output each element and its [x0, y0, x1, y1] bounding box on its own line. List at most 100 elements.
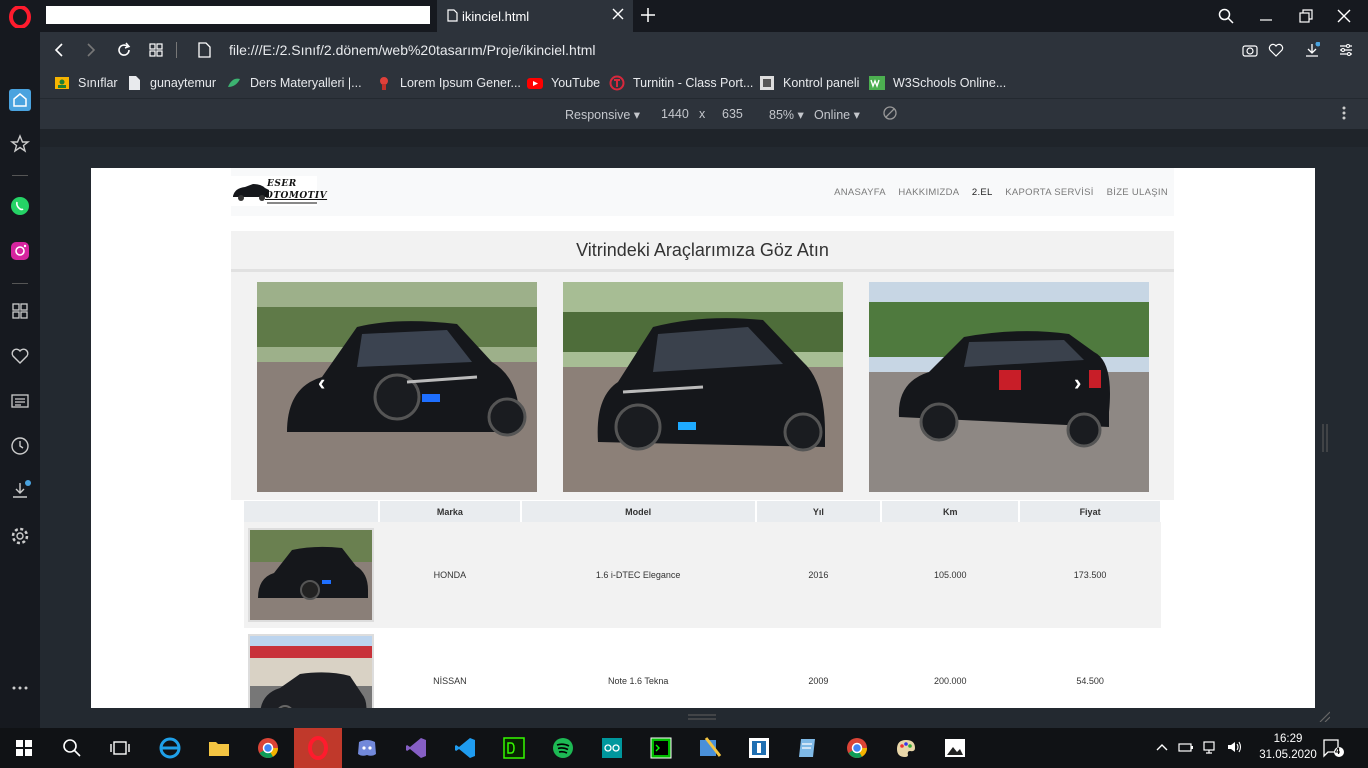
forward-icon[interactable] [84, 42, 98, 58]
carousel-image-2[interactable] [563, 282, 843, 492]
star-icon[interactable] [9, 133, 31, 155]
viewport-width-input[interactable]: 1440 [661, 107, 689, 121]
arduino-icon[interactable] [600, 736, 624, 760]
rotate-icon[interactable] [883, 106, 897, 120]
tab-blank[interactable] [46, 6, 430, 24]
carousel-image-1[interactable] [257, 282, 537, 492]
page-viewport: ESER OTOMOTIV ANASAYFA HAKKIMIZDA 2.EL K… [91, 168, 1315, 708]
column-header-yil: Yıl [755, 501, 883, 522]
column-header-km: Km [881, 501, 1021, 522]
carousel-prev-button[interactable]: ‹ [318, 370, 325, 396]
tab-title: ikinciel.html [462, 9, 530, 24]
control-panel-icon [759, 75, 775, 91]
carousel-next-button[interactable]: › [1074, 370, 1081, 396]
cell-km: 105.000 [881, 522, 1020, 628]
device-toolbar: Responsive ▾ 1440 x 635 85% ▾ Online ▾ [40, 99, 1368, 129]
task-view-icon[interactable] [108, 736, 132, 760]
zoom-select[interactable]: 85% ▾ [769, 107, 804, 122]
vscode-icon[interactable] [453, 736, 477, 760]
dreamweaver-icon[interactable] [502, 736, 526, 760]
viewport-height-input[interactable]: 635 [722, 107, 743, 121]
nav-link-iletisim[interactable]: BİZE ULAŞIN [1107, 187, 1168, 198]
site-navbar: ESER OTOMOTIV ANASAYFA HAKKIMIZDA 2.EL K… [231, 168, 1174, 216]
leaf-icon [226, 75, 242, 91]
close-window-icon[interactable] [1336, 8, 1352, 24]
search-icon[interactable] [60, 736, 84, 760]
device-mode-select[interactable]: Responsive ▾ [565, 107, 640, 122]
notes-app-icon[interactable] [796, 736, 820, 760]
instagram-icon[interactable] [9, 240, 31, 262]
minimize-icon[interactable] [1258, 8, 1274, 24]
viewport-resize-handle-bottom[interactable] [688, 714, 716, 720]
cell-model: Note 1.6 Tekna [520, 628, 756, 708]
showcase-title: Vitrindeki Araçlarımıza Göz Atın [231, 231, 1174, 272]
nav-link-hakkimizda[interactable]: HAKKIMIZDA [898, 187, 959, 198]
file-explorer-icon[interactable] [207, 736, 231, 760]
car-thumbnail[interactable] [248, 634, 375, 708]
snipping-tool-icon[interactable] [698, 736, 722, 760]
camera-icon[interactable] [1242, 42, 1258, 58]
viewport-resize-corner-icon[interactable] [1318, 710, 1330, 722]
nav-link-kaporta[interactable]: KAPORTA SERVİSİ [1005, 187, 1093, 198]
browser-window: ikinciel.html file:///E:/2.Sınıf/2.dönem… [0, 0, 1368, 728]
downloads-icon[interactable] [9, 479, 31, 501]
home-icon[interactable] [9, 89, 31, 111]
file-icon [198, 42, 211, 58]
discord-icon[interactable] [355, 736, 379, 760]
chrome-alt-icon[interactable] [845, 736, 869, 760]
new-tab-icon[interactable] [640, 7, 656, 23]
lorem-icon [376, 75, 392, 91]
tray-clock[interactable]: 16:29 31.05.2020 [1256, 731, 1320, 763]
visual-studio-icon[interactable] [404, 736, 428, 760]
opera-taskbar-icon[interactable] [306, 736, 330, 760]
youtube-icon [527, 75, 543, 91]
cell-yil: 2016 [755, 522, 882, 628]
url-field[interactable]: file:///E:/2.Sınıf/2.dönem/web%20tasarım… [229, 42, 596, 58]
easy-setup-icon[interactable] [1338, 42, 1354, 58]
news-icon[interactable] [9, 390, 31, 412]
download-icon[interactable] [1304, 42, 1320, 58]
windows-start-icon[interactable] [12, 736, 36, 760]
heart-icon[interactable] [1268, 42, 1284, 58]
nav-link-2el[interactable]: 2.EL [972, 187, 992, 198]
tabs-grid-icon[interactable] [148, 42, 164, 58]
whatsapp-icon[interactable] [9, 195, 31, 217]
site-logo[interactable]: ESER OTOMOTIV [231, 176, 327, 206]
photos-app-icon[interactable] [943, 736, 967, 760]
bookmarks-heart-icon[interactable] [9, 345, 31, 367]
volume-icon[interactable] [1227, 740, 1243, 754]
show-hidden-icons[interactable] [1155, 740, 1169, 754]
close-tab-icon[interactable] [612, 8, 624, 20]
more-sidebar-icon[interactable] [9, 677, 31, 699]
restore-icon[interactable] [1298, 8, 1314, 24]
cell-yil: 2009 [755, 628, 882, 708]
network-icon[interactable] [1203, 740, 1219, 754]
car-thumbnail[interactable] [248, 528, 375, 622]
nav-link-anasayfa[interactable]: ANASAYFA [834, 187, 885, 198]
reload-icon[interactable] [116, 42, 132, 58]
search-tabs-icon[interactable] [1218, 8, 1234, 24]
speed-dial-icon[interactable] [9, 300, 31, 322]
spotify-icon[interactable] [551, 736, 575, 760]
paint-icon[interactable] [894, 736, 918, 760]
app-launcher-icon[interactable] [747, 736, 771, 760]
more-options-icon[interactable] [1342, 106, 1346, 120]
notification-center-icon[interactable] [1322, 738, 1344, 758]
carousel-image-3[interactable] [869, 282, 1149, 492]
internet-explorer-icon[interactable] [158, 736, 182, 760]
chrome-icon[interactable] [256, 736, 280, 760]
column-header-fiyat: Fiyat [1019, 501, 1162, 522]
history-icon[interactable] [9, 435, 31, 457]
viewport-resize-handle-right[interactable] [1322, 424, 1328, 452]
terminal-app-icon[interactable] [649, 736, 673, 760]
throttle-select[interactable]: Online ▾ [814, 107, 860, 122]
tab-active[interactable]: ikinciel.html [437, 0, 633, 32]
logo-text-otomotiv: OTOMOTIV [265, 191, 328, 201]
opera-logo-icon[interactable] [9, 6, 31, 28]
site-nav-links: ANASAYFA HAKKIMIZDA 2.EL KAPORTA SERVİSİ… [824, 187, 1168, 198]
settings-gear-icon[interactable] [9, 525, 31, 547]
back-icon[interactable] [52, 42, 66, 58]
battery-icon[interactable] [1178, 740, 1194, 754]
table-row[interactable]: NİSSAN Note 1.6 Tekna 2009 200.000 54.50… [244, 628, 1161, 708]
table-row[interactable]: HONDA 1.6 i-DTEC Elegance 2016 105.000 1… [244, 522, 1161, 628]
